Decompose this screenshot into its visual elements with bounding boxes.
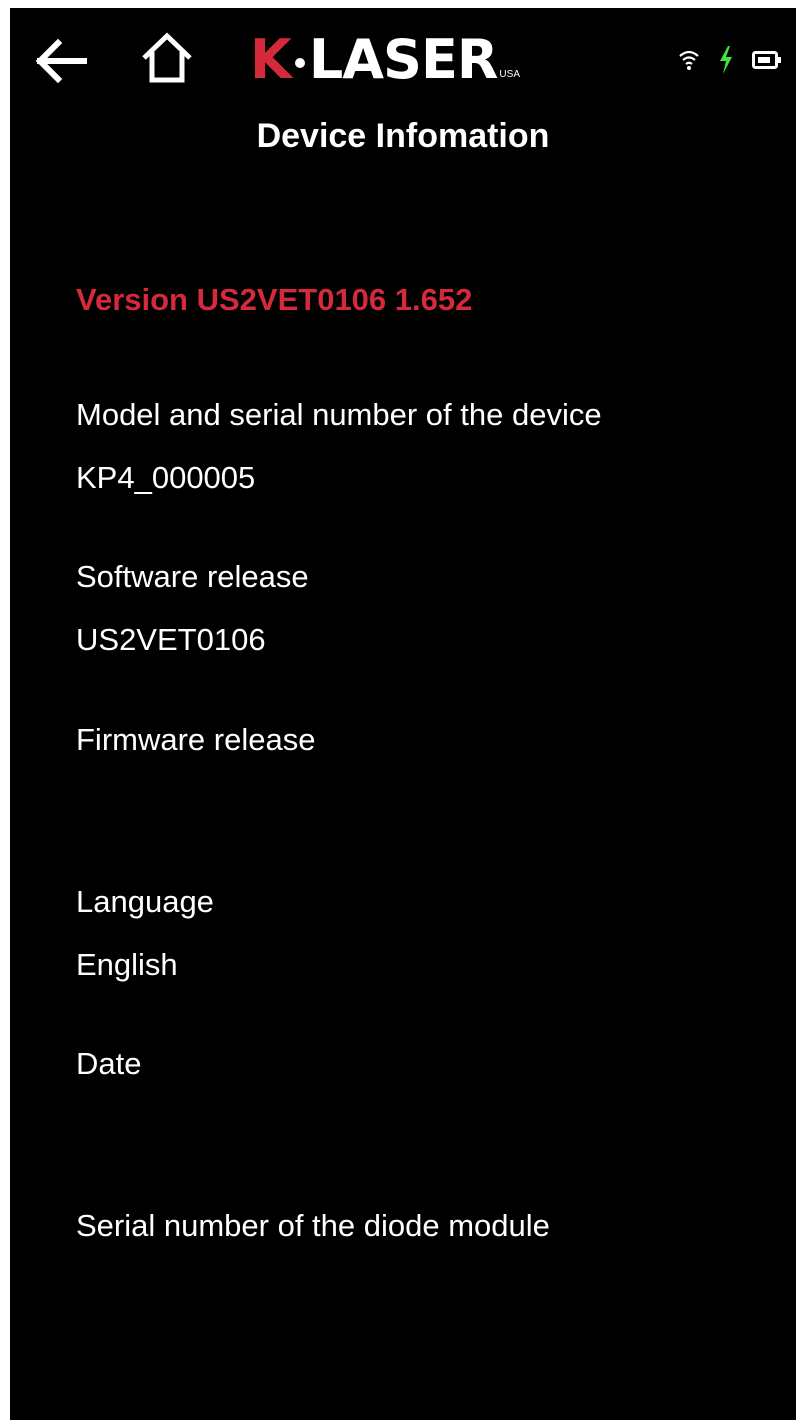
model-serial-label: Model and serial number of the device [76, 397, 602, 432]
back-arrow-icon[interactable] [32, 32, 90, 90]
charging-bolt-icon [718, 46, 734, 79]
logo-wordmark: LASER [308, 28, 499, 91]
model-serial-value: KP4_000005 [76, 460, 256, 495]
diode-module-serial-label: Serial number of the diode module [76, 1208, 550, 1243]
logo-suffix: USA [499, 69, 520, 80]
home-icon[interactable] [138, 30, 196, 88]
firmware-release-label: Firmware release [76, 722, 316, 757]
klaser-logo: K LASER USA [250, 32, 520, 88]
date-label: Date [76, 1046, 142, 1081]
language-label: Language [76, 884, 214, 919]
device-screen: K LASER USA Device Infomation Version US… [10, 8, 796, 1420]
language-value: English [76, 947, 178, 982]
wifi-icon [678, 48, 700, 77]
logo-prefix: K [250, 28, 292, 91]
status-icons [678, 46, 782, 79]
version-line: Version US2VET0106 1.652 [76, 282, 473, 317]
battery-icon [752, 50, 782, 75]
top-bar: K LASER USA [10, 8, 796, 108]
logo-dot [294, 58, 305, 68]
page-title: Device Infomation [256, 117, 550, 155]
software-release-value: US2VET0106 [76, 622, 266, 657]
software-release-label: Software release [76, 559, 309, 594]
